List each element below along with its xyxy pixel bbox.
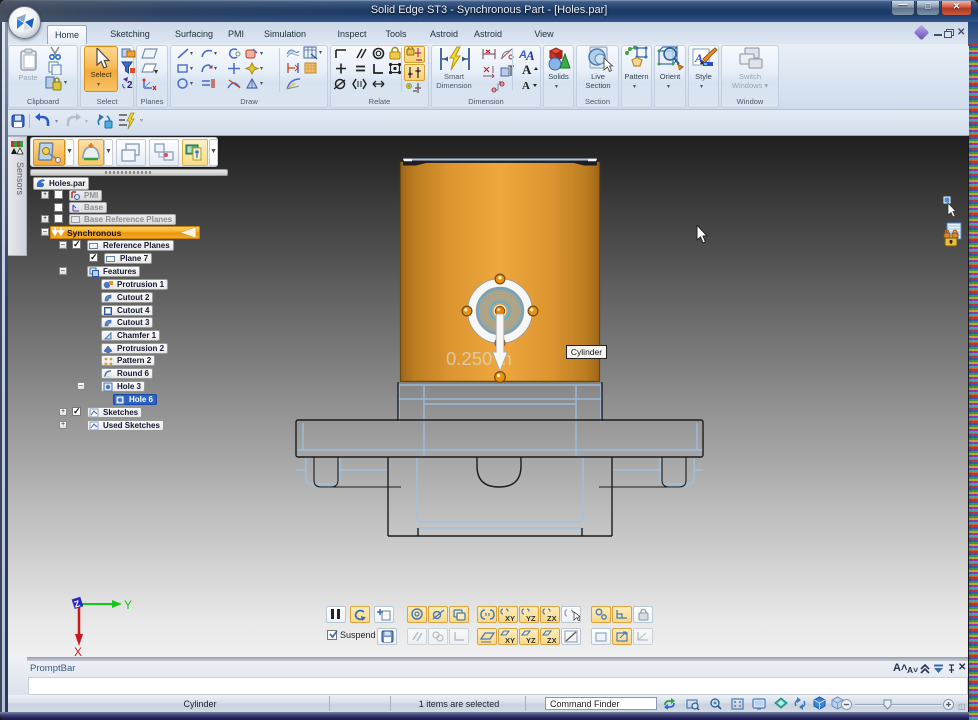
svg-text:ZX: ZX	[547, 636, 557, 644]
svg-text:YZ: YZ	[526, 636, 536, 644]
svg-text:YZ: YZ	[526, 614, 536, 622]
svg-text:XY: XY	[505, 636, 515, 644]
svg-text:ZX: ZX	[547, 614, 557, 622]
svg-text:Y: Y	[124, 598, 132, 612]
svg-text:XY: XY	[505, 614, 515, 622]
